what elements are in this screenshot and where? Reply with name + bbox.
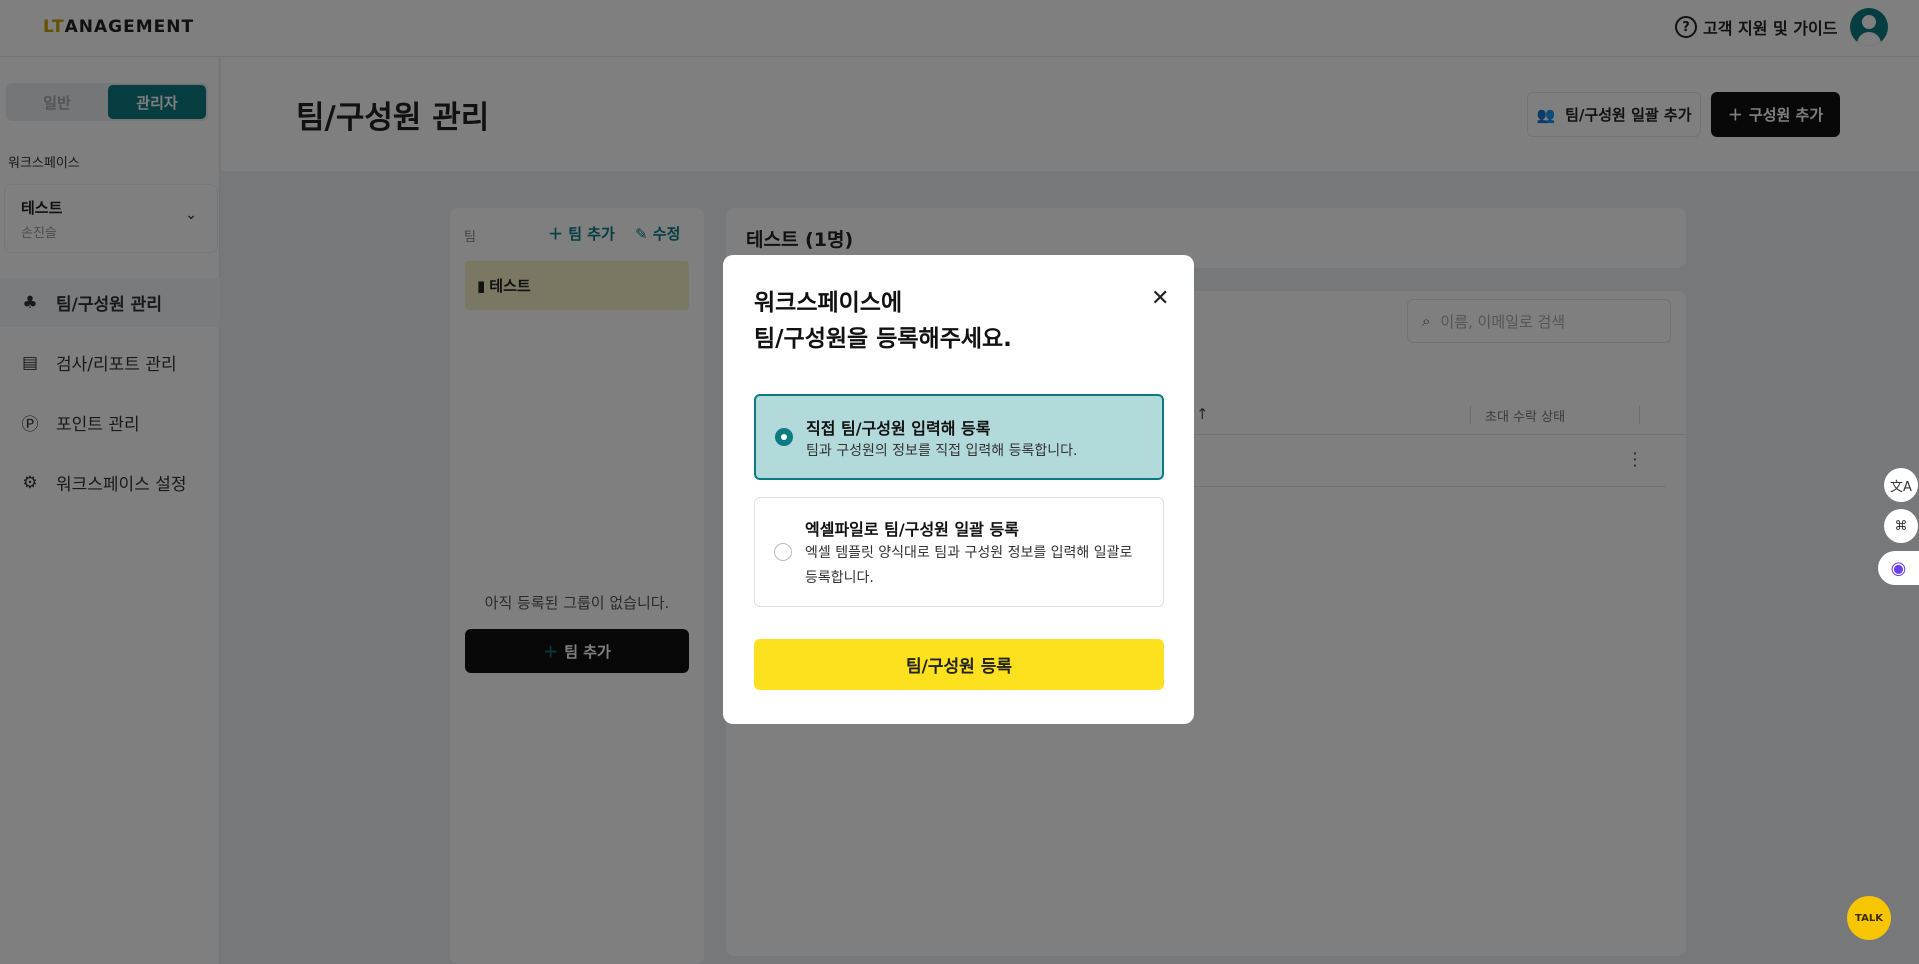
option-excel[interactable]: 엑셀파일로 팀/구성원 일괄 등록 엑셀 템플릿 양식대로 팀과 구성원 정보를… — [754, 497, 1164, 607]
submit-button[interactable]: 팀/구성원 등록 — [754, 639, 1164, 690]
apps-icon[interactable]: ⌘ — [1884, 509, 1918, 543]
assistant-icon[interactable]: ◉ — [1878, 551, 1919, 585]
radio-manual[interactable] — [775, 428, 793, 446]
close-icon[interactable]: ✕ — [1151, 286, 1169, 311]
option-manual[interactable]: 직접 팀/구성원 입력해 등록 팀과 구성원의 정보를 직접 입력해 등록합니다… — [754, 394, 1164, 480]
modal-title: 워크스페이스에 팀/구성원을 등록해주세요. — [754, 290, 1012, 352]
kakao-talk-button[interactable]: TALK — [1847, 896, 1891, 940]
radio-excel[interactable] — [774, 543, 792, 561]
register-modal: 워크스페이스에 팀/구성원을 등록해주세요. ✕ 직접 팀/구성원 입력해 등록 … — [723, 255, 1194, 724]
translate-icon[interactable]: 文A — [1884, 468, 1918, 502]
